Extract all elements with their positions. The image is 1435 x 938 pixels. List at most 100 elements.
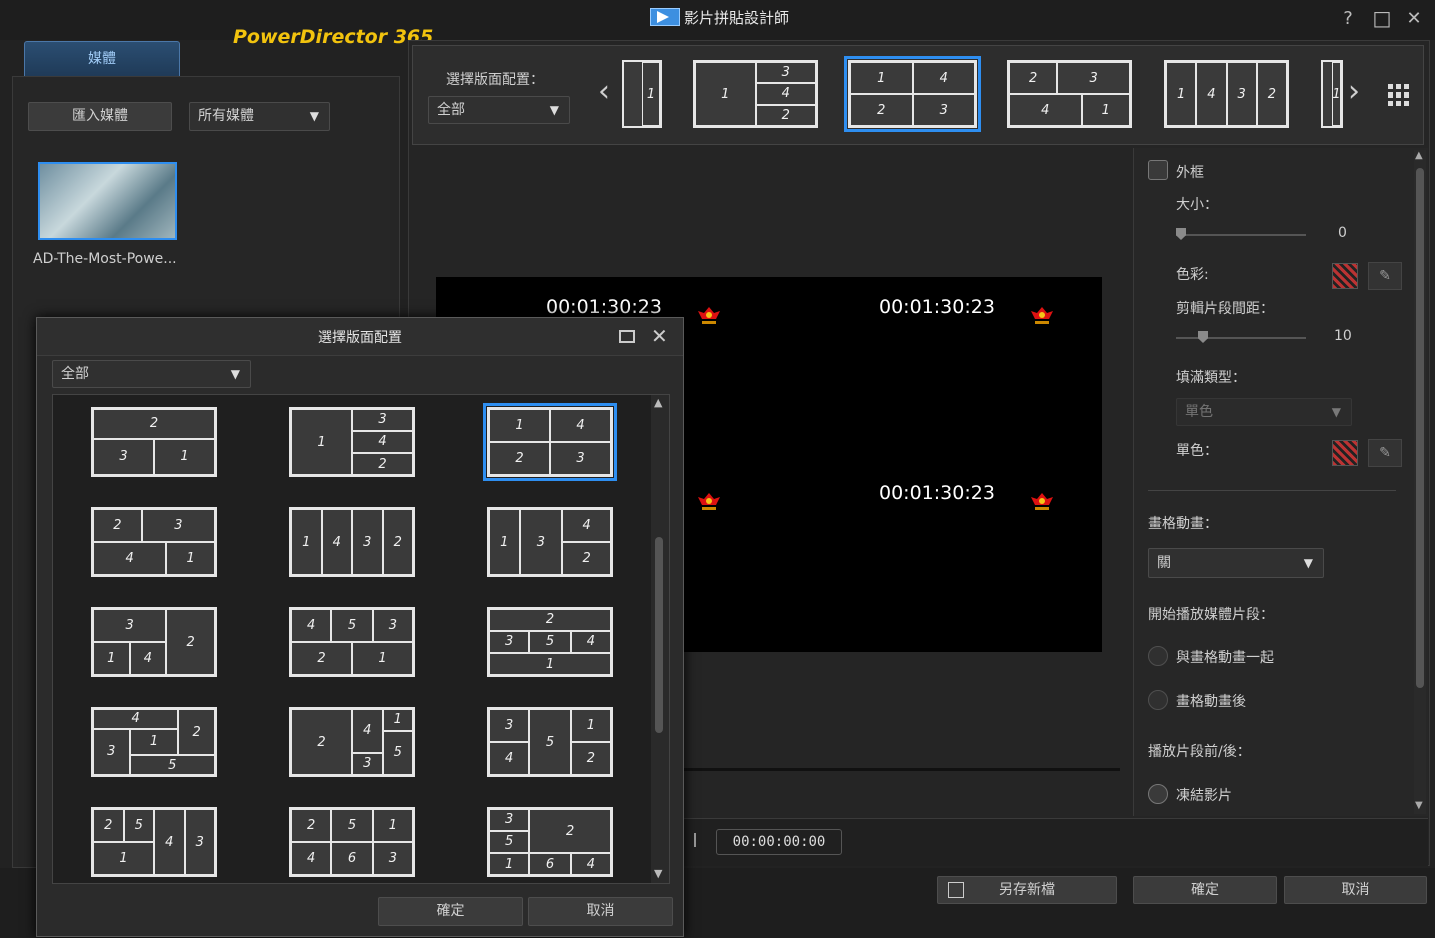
- layout-option[interactable]: 2341: [91, 507, 217, 577]
- cell-timecode: 00:01:30:23: [879, 482, 995, 504]
- time-display[interactable]: 00:00:00:00: [716, 829, 842, 855]
- grid-view-icon[interactable]: [1388, 84, 1410, 106]
- ok-button[interactable]: 確定: [1133, 876, 1277, 904]
- divider: [1148, 490, 1396, 491]
- size-slider-track[interactable]: [1176, 234, 1306, 236]
- dialog-filter-select[interactable]: 全部 ▼: [52, 360, 251, 388]
- layout-option[interactable]: 241 35: [289, 707, 415, 777]
- layout-grid: 2311342142323411432134231424532123541423…: [52, 394, 670, 884]
- layout-cell: 1: [291, 409, 352, 475]
- size-value: 0: [1338, 225, 1347, 241]
- strip-layout-option[interactable]: 2341: [1007, 60, 1132, 128]
- layout-cell: 2: [291, 709, 352, 775]
- strip-layout-option[interactable]: 1342: [693, 60, 818, 128]
- layout-cell: 3: [519, 509, 563, 575]
- dialog-scrollbar[interactable]: ▲ ▼: [651, 395, 669, 883]
- strip-layout-option[interactable]: 1432: [1164, 60, 1289, 128]
- brand-logo: PowerDirector 365: [233, 26, 434, 48]
- maximize-button[interactable]: □: [1370, 6, 1394, 30]
- import-media-button[interactable]: 匯入媒體: [28, 102, 172, 131]
- layout-cell: 3: [352, 409, 413, 431]
- eyedropper-icon[interactable]: ✎: [1368, 262, 1402, 290]
- scroll-up-icon[interactable]: ▲: [1415, 150, 1423, 161]
- freeze-video-radio[interactable]: [1148, 784, 1168, 804]
- gap-slider-thumb[interactable]: [1198, 331, 1208, 343]
- properties-scrollbar[interactable]: ▲ ▼: [1414, 150, 1426, 814]
- layout-option[interactable]: 25431: [91, 807, 217, 877]
- freeze-video-label: 凍結影片: [1176, 788, 1232, 804]
- timeline-track[interactable]: [684, 768, 1120, 771]
- scrollbar-thumb[interactable]: [1416, 168, 1424, 688]
- solid-color-swatch[interactable]: [1332, 440, 1358, 466]
- gap-slider-track[interactable]: [1176, 337, 1306, 339]
- size-slider-thumb[interactable]: [1176, 228, 1186, 240]
- layout-cell: 5: [129, 755, 215, 775]
- layout-option[interactable]: 1423: [483, 403, 617, 481]
- layout-option[interactable]: 42 315: [91, 707, 217, 777]
- layout-option[interactable]: 45321: [289, 607, 415, 677]
- layout-cell: 5: [331, 609, 373, 642]
- layout-cell: 4: [489, 742, 530, 775]
- layout-option[interactable]: 23541: [487, 607, 613, 677]
- layout-cell: 1: [850, 62, 913, 94]
- tab-media[interactable]: 媒體: [24, 41, 180, 77]
- layout-cell: 1: [352, 642, 413, 675]
- layout-cell: 5: [529, 709, 571, 775]
- layout-filter-value: 全部: [437, 102, 465, 118]
- layout-cell: 2: [562, 542, 611, 575]
- layout-option[interactable]: 251 463: [289, 807, 415, 877]
- layout-option[interactable]: 325164: [487, 807, 613, 877]
- prev-layout-arrow-icon[interactable]: ‹: [598, 74, 610, 109]
- properties-panel: 外框 大小： 0 色彩: ✎ 剪輯片段間距： 10 填滿類型： 單色 ▼ 單色：…: [1133, 148, 1428, 816]
- layout-cell: 3: [372, 609, 413, 642]
- close-button[interactable]: ✕: [1402, 8, 1426, 29]
- strip-layout-option[interactable]: 1423: [844, 56, 981, 132]
- scroll-up-icon[interactable]: ▲: [654, 396, 662, 409]
- layout-cell: 4: [352, 709, 383, 753]
- layout-cell: 4: [550, 409, 611, 442]
- dialog-cancel-button[interactable]: 取消: [528, 897, 673, 926]
- scroll-down-icon[interactable]: ▼: [1415, 800, 1423, 811]
- layout-cell: 2: [93, 509, 142, 542]
- layout-grid-list: 2311342142323411432134231424532123541423…: [53, 395, 653, 883]
- stop-icon[interactable]: [694, 833, 696, 847]
- border-color-swatch[interactable]: [1332, 263, 1358, 289]
- border-checkbox[interactable]: [1148, 160, 1168, 180]
- maximize-icon[interactable]: [619, 330, 635, 343]
- layout-option[interactable]: 1432: [289, 507, 415, 577]
- dialog-ok-button[interactable]: 確定: [378, 897, 523, 926]
- media-clip-thumbnail[interactable]: [38, 162, 177, 240]
- layout-cell: 3: [352, 509, 383, 575]
- layout-option[interactable]: 1342: [289, 407, 415, 477]
- layout-cell: 6: [529, 853, 571, 875]
- collage-designer-app: 影片拼貼設計師 ? □ ✕ PowerDirector 365 媒體 匯入媒體 …: [0, 0, 1435, 938]
- media-clip-label: AD-The-Most-Powe...: [33, 251, 177, 267]
- layout-cell: 3: [352, 752, 383, 775]
- cell-timecode: 00:01:30:23: [879, 296, 995, 318]
- start-play-label: 開始播放媒體片段：: [1148, 607, 1274, 623]
- cancel-button[interactable]: 取消: [1284, 876, 1427, 904]
- next-layout-arrow-icon[interactable]: ›: [1348, 74, 1360, 109]
- layout-cell: 4: [352, 430, 413, 453]
- eyedropper-icon[interactable]: ✎: [1368, 439, 1402, 467]
- media-filter-select[interactable]: 所有媒體 ▼: [189, 102, 330, 131]
- layout-option[interactable]: 3142: [91, 607, 217, 677]
- layout-cell: 3: [372, 842, 413, 875]
- watermark-logo-icon: [698, 307, 720, 324]
- layout-option[interactable]: 231: [91, 407, 217, 477]
- layout-cell: 2: [755, 104, 816, 126]
- after-animation-radio[interactable]: [1148, 690, 1168, 710]
- scrollbar-thumb[interactable]: [655, 537, 663, 733]
- frame-animation-select[interactable]: 關 ▼: [1148, 548, 1324, 578]
- close-icon[interactable]: ✕: [651, 324, 668, 348]
- scroll-down-icon[interactable]: ▼: [654, 867, 662, 880]
- layout-option[interactable]: 3 154 2: [487, 707, 613, 777]
- strip-layout-option[interactable]: 1: [1321, 60, 1343, 128]
- help-button[interactable]: ?: [1336, 8, 1360, 29]
- fill-type-select[interactable]: 單色 ▼: [1176, 398, 1352, 426]
- save-as-button[interactable]: 另存新檔: [937, 876, 1117, 904]
- layout-option[interactable]: 1342: [487, 507, 613, 577]
- with-animation-radio[interactable]: [1148, 646, 1168, 666]
- layout-filter-select[interactable]: 全部 ▼: [428, 96, 570, 124]
- strip-layout-option[interactable]: 1: [622, 60, 662, 128]
